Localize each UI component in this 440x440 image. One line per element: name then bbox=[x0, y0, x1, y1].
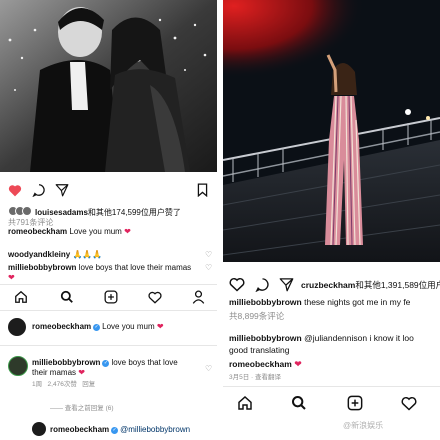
liker-username[interactable]: louisesadams bbox=[35, 208, 88, 218]
post-meta: 3月5日 · 查看翻译 bbox=[229, 373, 282, 383]
red-heart-emoji: ❤ bbox=[156, 322, 164, 331]
thread-comment-millie-line2: their mamas ❤ bbox=[32, 368, 217, 378]
comment-like-icon[interactable]: ♡ bbox=[205, 250, 212, 260]
watermark: @新浪娱乐 bbox=[343, 421, 384, 430]
thread-divider bbox=[0, 345, 217, 346]
bookmark-icon[interactable] bbox=[197, 183, 208, 197]
verified-badge-icon: ✓ bbox=[102, 359, 110, 367]
night-pier-photo-illustration bbox=[223, 0, 440, 262]
comment-romeo: romeobeckham ❤ bbox=[229, 359, 440, 369]
left-screenshot: louisesadams 和其他174,599位用户赞了 共791条评论 rom… bbox=[0, 0, 217, 440]
heart-filled-icon[interactable] bbox=[8, 184, 22, 197]
comment-username[interactable]: milliebobbybrown bbox=[229, 333, 302, 343]
thread-comment-millie: milliebobbybrown ✓ love boys that love bbox=[32, 358, 202, 368]
reply-link[interactable]: 回复 bbox=[82, 380, 95, 390]
thread-reply-romeo: romeobeckham ✓ @milliebobbybrown bbox=[50, 425, 215, 435]
mention-link[interactable]: @milliebobbybrown bbox=[120, 425, 190, 435]
post-photo-couple[interactable] bbox=[0, 0, 217, 172]
verified-badge-icon: ✓ bbox=[111, 426, 119, 434]
comment-username[interactable]: romeobeckham bbox=[229, 359, 292, 369]
send-icon[interactable] bbox=[279, 277, 294, 292]
section-divider bbox=[0, 310, 217, 311]
caption: milliebobbybrown these nights got me in … bbox=[229, 297, 440, 307]
avatar-romeo[interactable] bbox=[8, 318, 26, 336]
comment-millie: milliebobbybrown love boys that love the… bbox=[8, 263, 217, 273]
verified-badge-icon: ✓ bbox=[93, 323, 101, 331]
search-icon[interactable] bbox=[60, 290, 74, 304]
post-date: 3月5日 bbox=[229, 374, 250, 381]
comment-millie-line2: good translating bbox=[229, 345, 290, 355]
likes-line: cruzbeckham 和其他1,391,589位用户赞 bbox=[301, 280, 440, 290]
avatar-romeo-reply[interactable] bbox=[32, 422, 46, 436]
comment-text: love boys that love their mamas bbox=[78, 263, 192, 272]
caption-username[interactable]: milliebobbybrown bbox=[229, 297, 302, 307]
red-heart-emoji: ❤ bbox=[294, 359, 302, 369]
comment-text: @juliandennison i know it loo bbox=[304, 333, 414, 343]
comment-icon[interactable] bbox=[255, 277, 270, 292]
search-icon[interactable] bbox=[291, 395, 307, 411]
comment-millie: milliebobbybrown @juliandennison i know … bbox=[229, 333, 440, 343]
view-previous-replies[interactable]: —— 查看之前回复 (6) bbox=[50, 404, 217, 414]
caption-text: these nights got me in my fe bbox=[304, 297, 411, 307]
comment-username[interactable]: milliebobbybrown bbox=[32, 358, 100, 368]
comment-text-cont: their mamas bbox=[32, 368, 77, 377]
caption-username[interactable]: romeobeckham bbox=[8, 227, 67, 237]
thread-comment-romeo: romeobeckham ✓ Love you mum ❤ bbox=[32, 322, 212, 332]
heart-outline-icon[interactable] bbox=[401, 396, 417, 411]
add-post-icon[interactable] bbox=[347, 395, 363, 411]
right-screenshot: cruzbeckham 和其他1,391,589位用户赞 milliebobby… bbox=[223, 0, 440, 440]
comment-like-icon[interactable]: ♡ bbox=[205, 364, 212, 374]
home-icon[interactable] bbox=[14, 290, 28, 304]
comment-text: Love you mum bbox=[102, 322, 155, 331]
comment-username[interactable]: romeobeckham bbox=[50, 425, 109, 435]
home-icon[interactable] bbox=[237, 395, 253, 411]
comment-text: 🙏🙏🙏 bbox=[72, 250, 103, 259]
heart-outline-icon[interactable] bbox=[148, 291, 162, 304]
send-icon[interactable] bbox=[55, 183, 69, 197]
post-action-bar bbox=[0, 182, 217, 198]
likes-count-text[interactable]: 和其他174,599位用户赞了 bbox=[88, 208, 181, 218]
comment-woody: woodyandkleiny 🙏🙏🙏 bbox=[8, 250, 217, 260]
liker-username[interactable]: cruzbeckham bbox=[301, 280, 355, 290]
red-heart-emoji: ❤ bbox=[124, 227, 131, 236]
bottom-nav bbox=[223, 393, 440, 413]
nav-divider bbox=[223, 386, 440, 387]
comment-meta: 1周 2,476次赞 回复 bbox=[32, 380, 217, 390]
comment-likes[interactable]: 2,476次赞 bbox=[48, 380, 77, 390]
comment-time: 1周 bbox=[32, 381, 43, 388]
post-photo-pier[interactable] bbox=[223, 0, 440, 262]
heart-outline-icon[interactable] bbox=[229, 277, 245, 292]
caption: romeobeckham Love you mum ❤ bbox=[8, 227, 217, 237]
bw-photo-illustration bbox=[0, 0, 217, 172]
comment-username[interactable]: romeobeckham bbox=[32, 322, 91, 332]
comment-like-icon[interactable]: ♡ bbox=[205, 263, 212, 273]
caption-text: Love you mum bbox=[69, 227, 122, 236]
red-heart-emoji: ❤ bbox=[78, 368, 85, 377]
profile-icon[interactable] bbox=[192, 290, 205, 304]
comment-icon[interactable] bbox=[32, 183, 46, 197]
comment-username[interactable]: woodyandkleiny bbox=[8, 250, 70, 260]
nav-divider bbox=[0, 284, 217, 285]
red-heart-emoji: ❤ bbox=[8, 273, 15, 282]
avatar-millie[interactable] bbox=[8, 356, 28, 376]
bottom-nav bbox=[0, 288, 217, 306]
comment-text: love boys that love bbox=[111, 358, 178, 367]
add-post-icon[interactable] bbox=[104, 290, 118, 304]
comment-username[interactable]: milliebobbybrown bbox=[8, 263, 76, 273]
comments-count[interactable]: 共8,899条评论 bbox=[229, 311, 440, 321]
likes-count-text[interactable]: 和其他1,391,589位用户赞 bbox=[355, 280, 440, 290]
see-translation-link[interactable]: 查看翻译 bbox=[255, 373, 281, 383]
